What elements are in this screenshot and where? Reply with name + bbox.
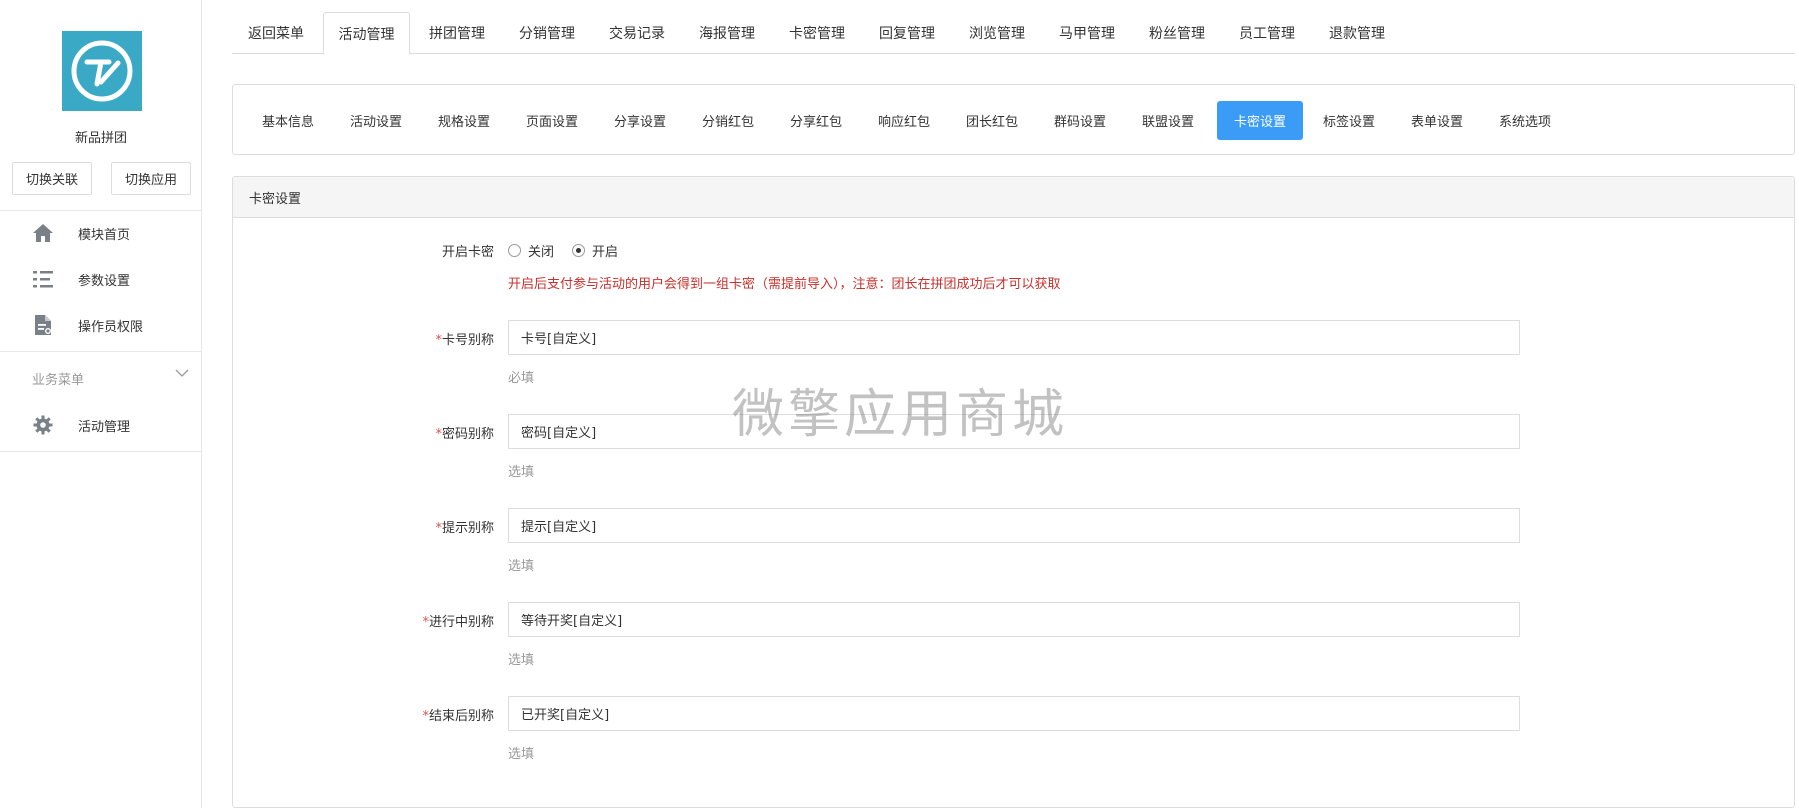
- sidebar-item-params[interactable]: 参数设置: [0, 259, 202, 299]
- list-icon: [32, 268, 54, 290]
- app-logo-icon: [71, 40, 133, 102]
- switch-link-button[interactable]: 切换关联: [12, 162, 92, 195]
- document-icon: [32, 314, 54, 336]
- sidebar-item-home[interactable]: 模块首页: [0, 213, 202, 253]
- subnav-basic-info[interactable]: 基本信息: [247, 101, 329, 140]
- field-hint: 选填: [508, 653, 535, 668]
- field-label-text: 卡号别称: [441, 333, 494, 348]
- home-icon: [32, 222, 54, 244]
- sidebar-group-title: 业务菜单: [32, 373, 85, 388]
- subnav-page-settings[interactable]: 页面设置: [511, 101, 593, 140]
- radio-off-label[interactable]: 关闭: [528, 241, 554, 260]
- subnav-activity-settings[interactable]: 活动设置: [335, 101, 417, 140]
- subnav-leader-redpacket[interactable]: 团长红包: [951, 101, 1033, 140]
- subnav-alliance-settings[interactable]: 联盟设置: [1127, 101, 1209, 140]
- field-label-text: 进行中别称: [428, 615, 494, 630]
- sidebar-item-activity-manage[interactable]: 活动管理: [0, 405, 202, 445]
- subnav-distribution-redpacket[interactable]: 分销红包: [687, 101, 769, 140]
- radio-off[interactable]: [508, 244, 521, 257]
- tip-alias-input[interactable]: [508, 508, 1520, 543]
- tab-card-manage[interactable]: 卡密管理: [773, 12, 861, 54]
- enable-card-warning: 开启后支付参与活动的用户会得到一组卡密（需提前导入），注意：团长在拼团成功后才可…: [508, 277, 1061, 292]
- subnav-spec-settings[interactable]: 规格设置: [423, 101, 505, 140]
- subnav-share-settings[interactable]: 分享设置: [599, 101, 681, 140]
- sidebar-item-operator[interactable]: 操作员权限: [0, 305, 202, 345]
- app-name: 新品拼团: [74, 131, 127, 146]
- field-label-text: 结束后别称: [428, 709, 494, 724]
- field-label-text: 密码别称: [441, 427, 494, 442]
- field-hint: 选填: [508, 559, 535, 574]
- sidebar-divider: [0, 451, 202, 452]
- switch-app-button[interactable]: 切换应用: [111, 162, 191, 195]
- tab-fans-manage[interactable]: 粉丝管理: [1133, 12, 1221, 54]
- top-tab-bar: 返回菜单 活动管理 拼团管理 分销管理 交易记录 海报管理 卡密管理 回复管理 …: [232, 12, 1795, 55]
- subnav-response-redpacket[interactable]: 响应红包: [863, 101, 945, 140]
- tip-alias-label: *提示别称: [294, 517, 494, 536]
- subnav-form-settings[interactable]: 表单设置: [1396, 101, 1478, 140]
- field-hint: 选填: [508, 465, 535, 480]
- card-number-alias-label: *卡号别称: [294, 329, 494, 348]
- tab-reply-manage[interactable]: 回复管理: [863, 12, 951, 54]
- tab-vest-manage[interactable]: 马甲管理: [1043, 12, 1131, 54]
- tab-group-manage[interactable]: 拼团管理: [413, 12, 501, 54]
- subnav-card-settings[interactable]: 卡密设置: [1217, 101, 1303, 140]
- sidebar-item-label: 活动管理: [78, 419, 131, 435]
- gear-icon: [32, 414, 54, 436]
- tab-transactions[interactable]: 交易记录: [593, 12, 681, 54]
- tab-distribution-manage[interactable]: 分销管理: [503, 12, 591, 54]
- field-hint: 选填: [508, 747, 535, 762]
- panel-title: 卡密设置: [233, 177, 1794, 218]
- field-hint: 必填: [508, 371, 535, 386]
- ended-alias-label: *结束后别称: [294, 705, 494, 724]
- subnav-share-redpacket[interactable]: 分享红包: [775, 101, 857, 140]
- tab-browse-manage[interactable]: 浏览管理: [953, 12, 1041, 54]
- sidebar-item-label: 参数设置: [78, 273, 131, 289]
- enable-card-radio-group: 关闭 开启: [508, 241, 636, 260]
- tab-staff-manage[interactable]: 员工管理: [1223, 12, 1311, 54]
- chevron-down-icon[interactable]: [175, 366, 189, 382]
- sidebar: 新品拼团 切换关联 切换应用 模块首页 参数设置 操作员权限 业务菜单 活动管理: [0, 0, 202, 808]
- sidebar-item-label: 模块首页: [78, 227, 131, 243]
- tab-activity-manage[interactable]: 活动管理: [323, 12, 410, 55]
- tab-back-menu[interactable]: 返回菜单: [232, 12, 320, 54]
- field-label-text: 提示别称: [441, 521, 494, 536]
- password-alias-label: *密码别称: [294, 423, 494, 442]
- subnav-system-options[interactable]: 系统选项: [1484, 101, 1566, 140]
- enable-card-label: 开启卡密: [441, 245, 494, 260]
- in-progress-alias-label: *进行中别称: [294, 611, 494, 630]
- sidebar-divider: [0, 210, 202, 211]
- tab-poster-manage[interactable]: 海报管理: [683, 12, 771, 54]
- settings-subnav: 基本信息 活动设置 规格设置 页面设置 分享设置 分销红包 分享红包 响应红包 …: [232, 84, 1795, 155]
- subnav-tag-settings[interactable]: 标签设置: [1308, 101, 1390, 140]
- sidebar-item-label: 操作员权限: [78, 319, 144, 335]
- radio-on-label[interactable]: 开启: [592, 241, 618, 260]
- subnav-group-qrcode[interactable]: 群码设置: [1039, 101, 1121, 140]
- app-logo[interactable]: [62, 31, 142, 111]
- sidebar-divider: [0, 351, 202, 352]
- ended-alias-input[interactable]: [508, 696, 1520, 731]
- radio-on[interactable]: [572, 244, 586, 257]
- password-alias-input[interactable]: [508, 414, 1520, 449]
- tab-refund-manage[interactable]: 退款管理: [1313, 12, 1401, 54]
- in-progress-alias-input[interactable]: [508, 602, 1520, 637]
- card-number-alias-input[interactable]: [508, 320, 1520, 355]
